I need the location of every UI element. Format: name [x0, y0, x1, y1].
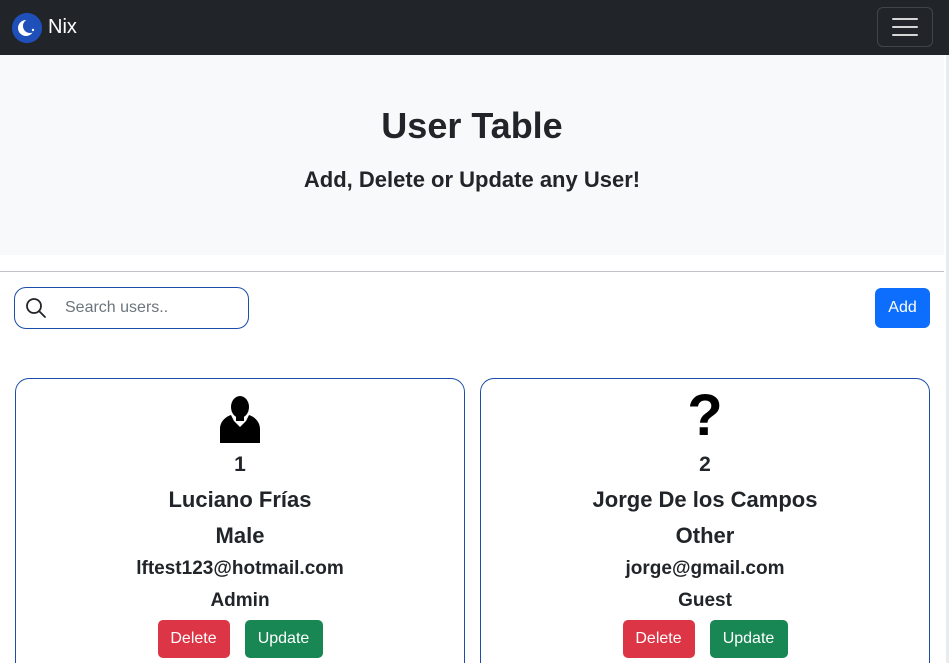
navbar-toggle-button[interactable]	[877, 7, 933, 47]
search-input[interactable]	[65, 299, 235, 317]
add-user-button[interactable]: Add	[875, 288, 930, 328]
update-button[interactable]: Update	[244, 620, 323, 658]
update-button[interactable]: Update	[709, 620, 788, 658]
user-email: jorge@gmail.com	[625, 558, 785, 579]
user-card: ? 2 Jorge De los Campos Other jorge@gmai…	[480, 378, 930, 663]
brand-link[interactable]: Nix	[12, 12, 77, 43]
user-silhouette-icon	[16, 389, 464, 443]
card-actions: Delete Update	[481, 620, 929, 658]
card-actions: Delete Update	[16, 620, 464, 658]
user-role: Admin	[210, 590, 270, 611]
user-gender: Male	[215, 523, 265, 548]
page-subtitle: Add, Delete or Update any User!	[303, 167, 641, 192]
user-card: 1 Luciano Frías Male lftest123@hotmail.c…	[15, 378, 465, 663]
user-id: 1	[234, 453, 246, 476]
brand-name: Nix	[48, 16, 77, 38]
search-box[interactable]	[14, 287, 249, 329]
delete-button[interactable]: Delete	[622, 620, 695, 658]
page-title: User Table	[381, 105, 563, 146]
user-name: Jorge De los Campos	[592, 487, 818, 512]
user-id: 2	[699, 453, 711, 476]
search-icon	[26, 298, 46, 318]
unknown-avatar-icon: ?	[687, 383, 723, 448]
delete-button[interactable]: Delete	[157, 620, 230, 658]
user-name: Luciano Frías	[168, 487, 312, 512]
hamburger-menu-icon	[892, 18, 918, 36]
navbar: Nix	[0, 0, 949, 55]
hero-section: User Table Add, Delete or Update any Use…	[0, 55, 944, 255]
user-role: Guest	[678, 590, 732, 611]
user-gender: Other	[675, 523, 735, 548]
divider	[0, 271, 944, 272]
crescent-moon-icon	[12, 12, 42, 43]
user-email: lftest123@hotmail.com	[136, 558, 344, 579]
